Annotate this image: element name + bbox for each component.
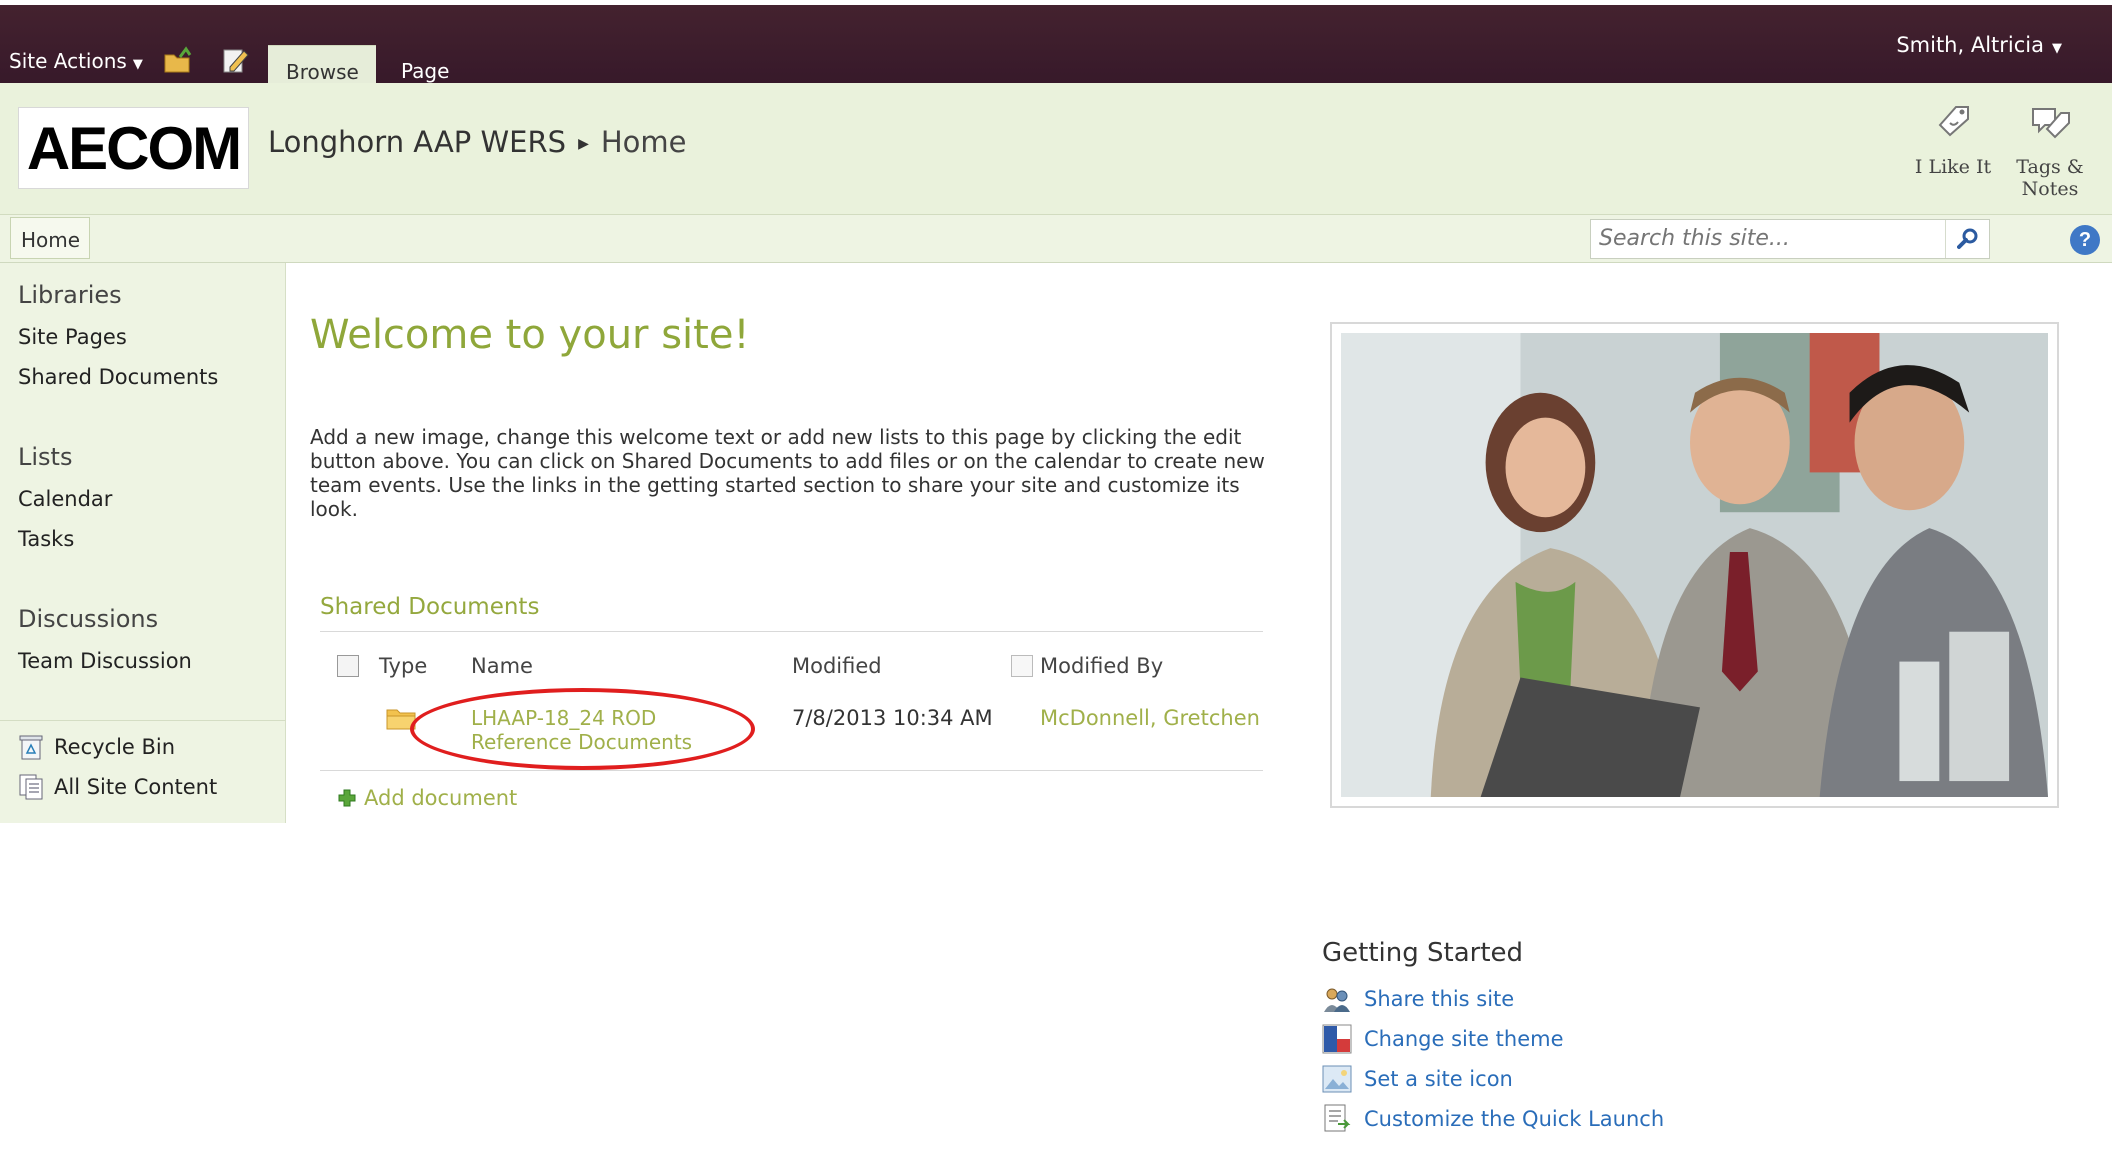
tags-notes-button[interactable]: Tags & Notes: [2005, 99, 2095, 200]
page-title: Home: [600, 125, 687, 159]
search-button[interactable]: [1945, 220, 1989, 258]
getting-started-title: Getting Started: [1322, 938, 1524, 968]
breadcrumb: Longhorn AAP WERS ▶ Home: [268, 125, 686, 159]
set-site-icon-label: Set a site icon: [1364, 1067, 1513, 1091]
recycle-bin-label: Recycle Bin: [54, 735, 176, 759]
title-area: AECOM Longhorn AAP WERS ▶ Home I Like It T…: [0, 83, 2112, 215]
tags-notes-label-line1: Tags &: [2016, 156, 2084, 178]
all-site-content-icon: [19, 774, 43, 800]
tab-page[interactable]: Page: [383, 45, 467, 88]
leftnav-item-tasks[interactable]: Tasks: [18, 527, 74, 551]
divider: [0, 720, 286, 721]
edit-page-icon[interactable]: [220, 45, 250, 75]
add-document-link[interactable]: Add document: [338, 786, 517, 810]
all-site-content-link[interactable]: All Site Content: [18, 773, 217, 801]
site-theme-icon: [1322, 1024, 1352, 1054]
search-icon: [1956, 228, 1977, 249]
team-photo-illustration: [1341, 333, 2048, 797]
site-icon-image-icon: [1322, 1065, 1352, 1093]
column-header-modified-by[interactable]: Modified By: [1040, 654, 1163, 678]
quick-launch-icon: [1324, 1104, 1351, 1132]
leftnav-item-calendar[interactable]: Calendar: [18, 487, 112, 511]
site-actions-label: Site Actions: [9, 49, 127, 73]
chevron-down-icon: ▼: [132, 57, 143, 72]
change-site-theme-link[interactable]: Change site theme: [1322, 1024, 1564, 1054]
ribbon-bar: Site Actions ▼ Browse Page Smith, Altrici…: [0, 0, 2112, 88]
search-box: [1590, 219, 1990, 259]
welcome-text: Add a new image, change this welcome tex…: [310, 425, 1265, 521]
user-menu[interactable]: Smith, Altricia ▼: [1896, 33, 2062, 57]
shared-documents-title[interactable]: Shared Documents: [320, 594, 539, 620]
recycle-bin-icon: [19, 735, 43, 760]
tags-notes-icon: [2032, 108, 2070, 139]
welcome-heading: Welcome to your site!: [310, 312, 750, 358]
quick-launch: Libraries Site Pages Shared Documents Li…: [0, 263, 286, 823]
divider: [320, 770, 1263, 771]
site-image: [1341, 333, 2048, 797]
leftnav-heading-lists[interactable]: Lists: [18, 443, 72, 471]
leftnav-item-team-discussion[interactable]: Team Discussion: [18, 649, 192, 673]
tags-notes-label-line2: Notes: [2021, 178, 2079, 200]
red-annotation-ellipse: [410, 688, 755, 770]
divider: [320, 631, 1263, 632]
site-logo[interactable]: AECOM: [18, 107, 249, 189]
share-this-site-label: Share this site: [1364, 987, 1515, 1011]
leftnav-item-site-pages[interactable]: Site Pages: [18, 325, 127, 349]
column-header-type[interactable]: Type: [379, 654, 427, 678]
all-site-content-label: All Site Content: [54, 775, 218, 799]
add-icon: [338, 789, 356, 807]
share-this-site-link[interactable]: Share this site: [1322, 984, 1514, 1014]
column-header-modified[interactable]: Modified: [792, 654, 882, 678]
help-icon[interactable]: ?: [2070, 225, 2100, 255]
site-actions-menu[interactable]: Site Actions ▼: [9, 49, 143, 73]
share-people-icon: [1324, 988, 1350, 1012]
document-modified-date: 7/8/2013 10:34 AM: [792, 706, 993, 730]
leftnav-item-shared-documents[interactable]: Shared Documents: [18, 365, 218, 389]
site-image-frame: [1330, 322, 2059, 808]
i-like-it-button[interactable]: I Like It: [1908, 99, 1998, 178]
customize-quick-launch-link[interactable]: Customize the Quick Launch: [1322, 1104, 1664, 1134]
leftnav-heading-discussions[interactable]: Discussions: [18, 605, 158, 633]
chevron-down-icon: ▼: [2052, 41, 2062, 56]
like-tag-icon: [1938, 106, 1969, 137]
site-title-link[interactable]: Longhorn AAP WERS: [268, 125, 566, 159]
document-modified-by-link[interactable]: McDonnell, Gretchen: [1040, 706, 1260, 730]
user-name: Smith, Altricia: [1896, 33, 2044, 57]
set-site-icon-link[interactable]: Set a site icon: [1322, 1064, 1513, 1094]
navigate-up-icon[interactable]: [162, 45, 192, 75]
tab-browse[interactable]: Browse: [268, 45, 376, 88]
customize-quick-launch-label: Customize the Quick Launch: [1364, 1107, 1665, 1131]
breadcrumb-arrow-icon: ▶: [578, 136, 589, 152]
add-document-label: Add document: [364, 786, 518, 810]
i-like-it-label: I Like It: [1914, 156, 1992, 178]
top-navigation: Home ?: [0, 215, 2112, 263]
change-site-theme-label: Change site theme: [1364, 1027, 1564, 1051]
modified-by-filter-checkbox[interactable]: [1011, 655, 1033, 677]
select-all-checkbox[interactable]: [337, 655, 359, 677]
recycle-bin-link[interactable]: Recycle Bin: [18, 733, 175, 761]
topnav-home[interactable]: Home: [10, 217, 90, 259]
search-input[interactable]: [1591, 220, 1941, 256]
leftnav-heading-libraries[interactable]: Libraries: [18, 281, 122, 309]
column-header-name[interactable]: Name: [471, 654, 533, 678]
